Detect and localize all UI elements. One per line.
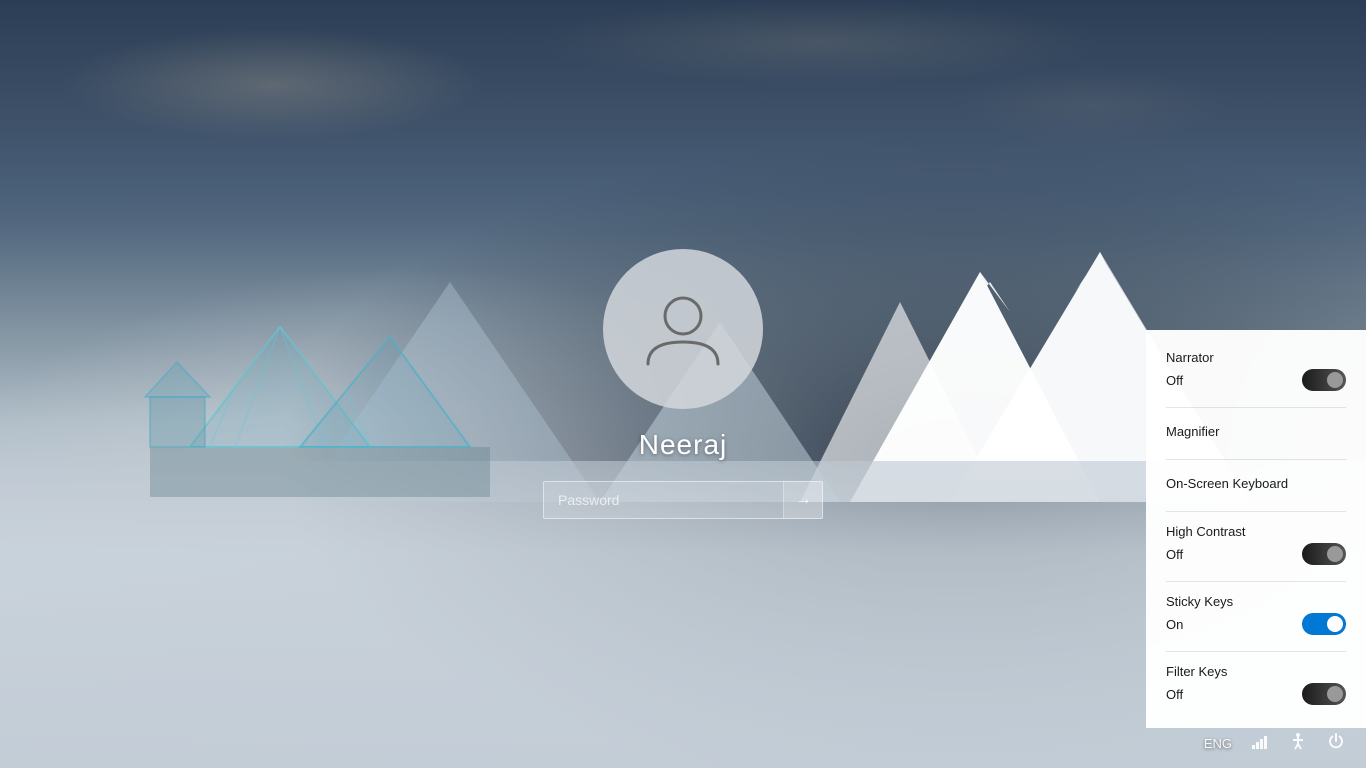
filter-keys-item: Filter Keys Off (1166, 664, 1346, 705)
filter-keys-label: Filter Keys (1166, 664, 1346, 679)
high-contrast-toggle[interactable] (1302, 543, 1346, 565)
filter-keys-toggle-row: Off (1166, 683, 1346, 705)
high-contrast-item: High Contrast Off (1166, 524, 1346, 565)
sticky-keys-toggle[interactable] (1302, 613, 1346, 635)
sticky-keys-item: Sticky Keys On (1166, 594, 1346, 635)
arrow-icon: → (796, 491, 812, 509)
divider-1 (1166, 407, 1346, 408)
login-center: Neeraj → (543, 249, 823, 519)
divider-4 (1166, 581, 1346, 582)
on-screen-keyboard-item: On-Screen Keyboard (1166, 472, 1346, 495)
language-button[interactable]: ENG (1204, 736, 1232, 751)
sticky-keys-label: Sticky Keys (1166, 594, 1346, 609)
password-input[interactable] (543, 481, 823, 519)
divider-3 (1166, 511, 1346, 512)
divider-5 (1166, 651, 1346, 652)
greenhouse-structure (130, 307, 510, 507)
high-contrast-toggle-row: Off (1166, 543, 1346, 565)
narrator-toggle[interactable] (1302, 369, 1346, 391)
sticky-keys-toggle-row: On (1166, 613, 1346, 635)
narrator-label: Narrator (1166, 350, 1346, 365)
sticky-keys-status: On (1166, 617, 1183, 632)
user-name: Neeraj (639, 429, 727, 461)
filter-keys-toggle[interactable] (1302, 683, 1346, 705)
on-screen-keyboard-label[interactable]: On-Screen Keyboard (1166, 472, 1346, 495)
narrator-toggle-row: Off (1166, 369, 1346, 391)
divider-2 (1166, 459, 1346, 460)
filter-keys-status: Off (1166, 687, 1183, 702)
magnifier-item: Magnifier (1166, 420, 1346, 443)
narrator-status: Off (1166, 373, 1183, 388)
magnifier-label[interactable]: Magnifier (1166, 420, 1346, 443)
high-contrast-label: High Contrast (1166, 524, 1346, 539)
password-container: → (543, 481, 823, 519)
user-avatar (603, 249, 763, 409)
accessibility-panel: Narrator Off Magnifier On-Screen Keyboar… (1146, 330, 1366, 728)
narrator-item: Narrator Off (1166, 350, 1346, 391)
bottom-right-icons: ENG (1204, 731, 1346, 756)
high-contrast-status: Off (1166, 547, 1183, 562)
network-icon[interactable] (1250, 731, 1270, 756)
password-submit-button[interactable]: → (783, 481, 823, 519)
accessibility-icon[interactable] (1288, 731, 1308, 756)
power-icon[interactable] (1326, 731, 1346, 756)
